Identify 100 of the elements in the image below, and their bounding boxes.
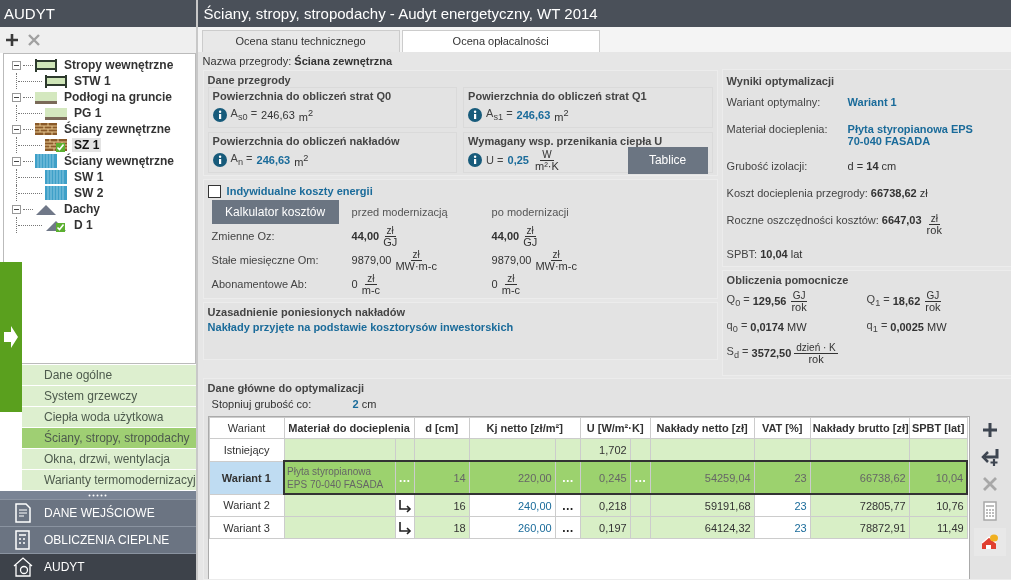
wall-panel-icon (35, 154, 57, 168)
tab[interactable]: Ocena opłacalności (401, 30, 600, 52)
row-header[interactable]: Wariant 2 (209, 494, 285, 517)
add-icon[interactable] (5, 33, 19, 47)
info-icon[interactable] (212, 108, 227, 122)
result-label: Grubość izolacji: (726, 160, 809, 172)
collapse-toggle-icon[interactable] (12, 124, 21, 134)
tree-item[interactable]: Dachy (62, 202, 103, 216)
value: 3572,50 (751, 347, 792, 359)
value: 44,00 (491, 230, 520, 242)
value: 9879,00 (491, 254, 532, 266)
house-paint-icon[interactable] (979, 532, 1000, 552)
card-title: Wymagany wsp. przenikania ciepła U (468, 134, 664, 148)
collapse-toggle-icon[interactable] (12, 60, 21, 70)
table-cell: Płyta styropianowa EPS 70-040 FASADA (284, 461, 396, 494)
floor-icon (35, 90, 57, 104)
panel-toggle-tab[interactable] (0, 262, 22, 412)
tree-item[interactable]: PG 1 (72, 106, 104, 120)
menu-item[interactable]: Ściany, stropy, stropodachy (22, 428, 196, 449)
unit-denominator: rok (790, 301, 808, 312)
section-title: Uzasadnienie poniesionych nakładów (207, 305, 407, 319)
collapse-toggle-icon[interactable] (12, 156, 21, 166)
unit-numerator: zł (384, 225, 396, 237)
field-label: Nazwa przegrody: (202, 55, 292, 67)
unit-denominator: m-c (360, 284, 382, 295)
column-header: d [cm] (414, 417, 470, 439)
document-icon (12, 502, 34, 524)
tree-item[interactable]: Ściany wewnętrzne (62, 154, 177, 168)
column-header: przed modernizacją (351, 206, 449, 218)
tree-item[interactable]: Stropy wewnętrzne (62, 58, 176, 72)
field-value[interactable]: 2 (352, 398, 359, 410)
info-icon[interactable] (468, 108, 483, 122)
menu-item[interactable]: Ciepła woda użytkowa (22, 407, 196, 428)
tables-button[interactable]: Tablice (627, 146, 708, 174)
unit: cm (361, 398, 377, 410)
insert-row-icon[interactable] (979, 447, 1000, 467)
value: 246,63 (261, 109, 295, 121)
table-cell: 14 (414, 461, 470, 494)
column-header: Nakłady brutto [zł] (810, 417, 910, 439)
table-cell: 10,04 (909, 461, 968, 494)
menu-item[interactable]: Okna, drzwi, wentylacja (22, 449, 196, 470)
section-title: Wyniki optymalizacji (726, 74, 835, 88)
card-title: Powierzchnia do obliczeń nakładów (212, 134, 401, 148)
arrow-icon (3, 324, 19, 350)
tree-item[interactable]: STW 1 (72, 74, 113, 88)
menu-item[interactable]: Dane ogólne (22, 365, 196, 386)
table-cell: 54259,04 (650, 461, 755, 494)
calculator-button[interactable]: Kalkulator kosztów (211, 200, 339, 224)
column-header: Materiał do docieplenia (284, 417, 415, 439)
tree-item[interactable]: SW 2 (72, 186, 106, 200)
unit: m$^{2}$ (298, 107, 314, 123)
result-label: SPBT: (726, 248, 758, 260)
unit: zł (919, 187, 928, 199)
column-header: po modernizacji (491, 206, 570, 218)
nav-button[interactable]: OBLICZENIA CIEPLNE (0, 526, 196, 553)
unit-denominator: GJ (522, 236, 539, 247)
tree-item[interactable]: D 1 (72, 218, 95, 232)
result-value: 6647,03 (881, 214, 922, 226)
unit-numerator: zł (505, 273, 517, 285)
unit-numerator: GJ (790, 290, 808, 302)
unit: MW (926, 321, 947, 333)
unit: lat (790, 248, 803, 260)
tree-item[interactable]: SZ 1 (72, 138, 102, 152)
column-header: SPBT [lat] (909, 417, 968, 439)
formula-symbol: Q$_{0}$ = (726, 293, 750, 309)
house-icon (12, 556, 34, 578)
section-title: Dane przegrody (207, 73, 292, 87)
tab[interactable]: Ocena stanu technicznego (201, 30, 400, 52)
menu-item[interactable]: Warianty termomodernizacyj (22, 470, 196, 491)
row-header[interactable]: Wariant 1 (209, 461, 285, 494)
checkbox[interactable] (207, 184, 221, 198)
result-value: Płyta styropianowa EPS 70-040 FASADA (847, 123, 974, 147)
table-cell: 0,245 (580, 461, 631, 494)
info-icon[interactable] (212, 153, 227, 167)
grip-handle[interactable] (86, 493, 109, 497)
value: 0 (351, 278, 358, 290)
row-header[interactable]: Istniejący (209, 438, 285, 461)
unit-denominator: rok (807, 353, 825, 364)
row-header[interactable]: Wariant 3 (209, 516, 285, 539)
column-header: U [W/m²·K] (580, 417, 651, 439)
unit-denominator: MW·m-c (394, 260, 438, 271)
unit-numerator: zł (928, 214, 940, 225)
result-value: d = 14 (847, 160, 879, 172)
info-icon[interactable] (468, 153, 483, 167)
nav-button[interactable]: AUDYT (0, 553, 196, 580)
nav-button[interactable]: DANE WEJŚCIOWE (0, 499, 196, 526)
unit: cm (881, 160, 897, 172)
menu-item[interactable]: System grzewczy (22, 386, 196, 407)
window-title: Ściany, stropy, stropodachy - Audyt energetyczny, WT 2014 (197, 0, 1011, 27)
unit-denominator: GJ (382, 236, 399, 247)
table-cell: 23 (754, 461, 811, 494)
result-label: Materiał docieplenia: (726, 123, 829, 135)
collapse-toggle-icon[interactable] (12, 92, 21, 102)
tree-item[interactable]: Ściany zewnętrzne (62, 122, 173, 136)
section-title: Dane główne do optymalizacji (207, 381, 366, 395)
tree-item[interactable]: Podłogi na gruncie (62, 90, 174, 104)
checkbox-label[interactable]: Indywidualne koszty energii (226, 185, 373, 197)
card-title: Powierzchnia do obliczeń strat Q0 (212, 89, 393, 103)
tree-item[interactable]: SW 1 (72, 170, 106, 184)
collapse-toggle-icon[interactable] (12, 204, 21, 214)
